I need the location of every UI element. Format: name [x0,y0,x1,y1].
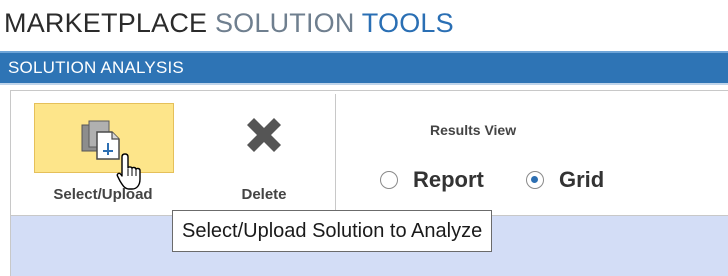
delete-label: Delete [241,186,287,203]
grid-radio[interactable]: Grid [526,167,604,193]
section-title: SOLUTION ANALYSIS [8,58,184,77]
app-title: MARKETPLACE SOLUTION TOOLS [4,2,454,44]
report-radio-label[interactable]: Report [413,167,484,193]
app-title-marketplace: MARKETPLACE [4,8,208,38]
select-upload-label: Select/Upload [53,186,153,203]
report-radio[interactable]: Report [380,167,484,193]
select-upload-button[interactable] [34,103,174,173]
x-close-icon [247,118,281,152]
report-radio-circle[interactable] [380,171,398,189]
select-upload-tooltip: Select/Upload Solution to Analyze [172,210,493,252]
app-title-solution: SOLUTION [214,8,355,38]
delete-button[interactable] [226,103,302,173]
grid-radio-circle[interactable] [526,171,544,189]
grid-radio-label[interactable]: Grid [559,167,604,193]
hand-pointer-icon [116,153,141,190]
ribbon-divider [335,94,336,212]
app-title-tools: TOOLS [361,8,454,38]
results-view-label: Results View [430,122,517,138]
section-header-bar: SOLUTION ANALYSIS [0,51,728,85]
